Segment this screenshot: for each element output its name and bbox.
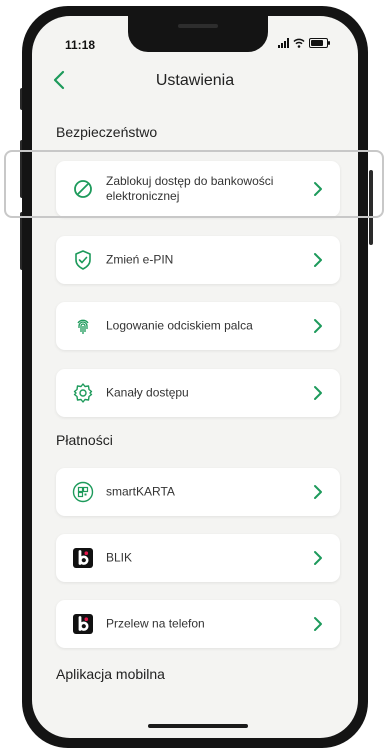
phone-transfer-button[interactable]: Przelew na telefon xyxy=(56,600,340,648)
section-payments-heading: Płatności xyxy=(56,432,113,448)
fingerprint-icon xyxy=(77,319,89,334)
section-mobile-app-heading: Aplikacja mobilna xyxy=(56,666,165,682)
battery-icon xyxy=(309,38,330,48)
nav-bar: Ustawienia xyxy=(32,62,358,98)
fingerprint-login-button[interactable]: Logowanie odciskiem palca xyxy=(56,302,340,350)
change-pin-label: Zmień e-PIN xyxy=(106,252,174,267)
blik-label: BLIK xyxy=(106,550,133,565)
status-time: 11:18 xyxy=(65,38,96,52)
fingerprint-login-label: Logowanie odciskiem palca xyxy=(106,318,253,333)
power-button xyxy=(369,170,373,245)
access-channels-button[interactable]: Kanały dostępu xyxy=(56,369,340,417)
chevron-right-icon xyxy=(314,617,322,631)
phone-frame: 11:18 Ustawienia Bezpieczeństwo Zablokuj… xyxy=(22,6,368,748)
home-indicator xyxy=(148,724,248,728)
chevron-right-icon xyxy=(314,386,322,400)
chevron-right-icon xyxy=(314,253,322,267)
section-security-heading: Bezpieczeństwo xyxy=(56,124,158,140)
block-access-button[interactable]: Zablokuj dostęp do bankowości elektronic… xyxy=(56,161,340,217)
blik-logo-icon xyxy=(73,614,93,634)
smartkarta-button[interactable]: smartKARTA xyxy=(56,468,340,516)
shield-check-icon xyxy=(75,250,91,270)
notch xyxy=(128,16,268,52)
gear-icon xyxy=(73,383,93,403)
chevron-right-icon xyxy=(314,551,322,565)
app-screen: 11:18 Ustawienia Bezpieczeństwo Zablokuj… xyxy=(32,16,358,738)
phone-transfer-label: Przelew na telefon xyxy=(106,616,205,631)
wifi-icon xyxy=(293,38,305,48)
smartkarta-label: smartKARTA xyxy=(106,484,175,499)
qr-card-icon xyxy=(72,481,94,503)
change-pin-button[interactable]: Zmień e-PIN xyxy=(56,236,340,284)
page-title: Ustawienia xyxy=(155,72,235,89)
block-access-label: Zablokuj dostęp do bankowości elektronic… xyxy=(106,174,274,203)
chevron-right-icon xyxy=(314,319,322,333)
chevron-right-icon xyxy=(314,182,322,196)
signal-icon xyxy=(278,38,289,48)
blik-logo-icon xyxy=(73,548,93,568)
chevron-right-icon xyxy=(314,485,322,499)
status-icons xyxy=(278,38,330,48)
blik-button[interactable]: BLIK xyxy=(56,534,340,582)
access-channels-label: Kanały dostępu xyxy=(106,385,189,400)
prohibited-icon xyxy=(74,180,92,198)
